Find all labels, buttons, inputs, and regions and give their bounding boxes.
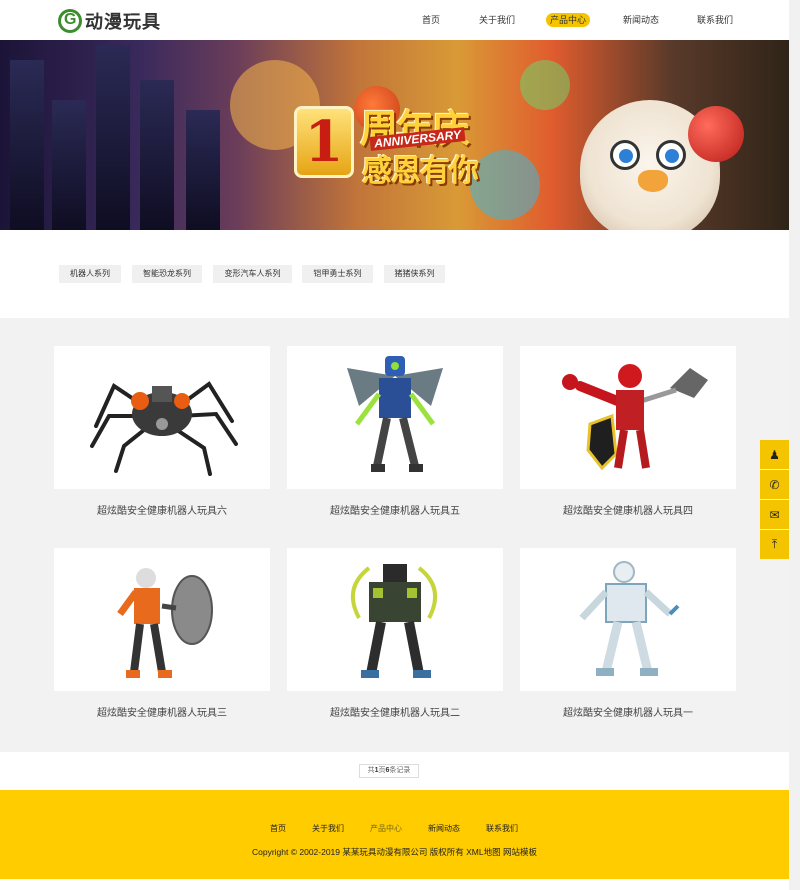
site-header: G 动漫玩具 首页 关于我们 产品中心 新闻动态 联系我们 bbox=[0, 0, 800, 40]
hero-banner[interactable]: 1 周年庆 ANNIVERSARY 感恩有你 bbox=[0, 40, 789, 230]
category-transformer[interactable]: 变形汽车人系列 bbox=[213, 265, 292, 283]
red-knight-robot-image bbox=[562, 364, 708, 471]
winged-robot-image bbox=[347, 356, 443, 472]
side-toolbar: ♟ ✆ ✉ ⤒ bbox=[760, 440, 789, 560]
footer-nav-news[interactable]: 新闻动态 bbox=[428, 823, 460, 834]
product-card[interactable] bbox=[287, 548, 503, 691]
mascot-beak bbox=[638, 170, 668, 192]
footer-nav-contact[interactable]: 联系我们 bbox=[486, 823, 518, 834]
category-pig-hero[interactable]: 猪猪侠系列 bbox=[384, 265, 445, 283]
anniversary-number: 1 bbox=[294, 106, 354, 178]
anniversary-badge: 1 周年庆 ANNIVERSARY 感恩有你 bbox=[290, 98, 500, 218]
mascot-eye bbox=[656, 140, 686, 170]
main-nav: 首页 关于我们 产品中心 新闻动态 联系我们 bbox=[0, 13, 800, 29]
banner-building bbox=[10, 60, 44, 230]
product-name[interactable]: 超炫酷安全健康机器人玩具三 bbox=[54, 704, 270, 719]
phone-button[interactable]: ✆ bbox=[760, 470, 789, 499]
product-card[interactable] bbox=[520, 548, 736, 691]
qq-icon: ♟ bbox=[769, 447, 780, 462]
product-name[interactable]: 超炫酷安全健康机器人玩具六 bbox=[54, 502, 270, 517]
banner-glow bbox=[520, 60, 570, 110]
product-card[interactable] bbox=[54, 346, 270, 489]
banner-building bbox=[140, 80, 174, 230]
product-card[interactable] bbox=[287, 346, 503, 489]
product-name[interactable]: 超炫酷安全健康机器人玩具一 bbox=[520, 704, 736, 719]
footer-nav-home[interactable]: 首页 bbox=[270, 823, 286, 834]
category-bar: 机器人系列 智能恐龙系列 变形汽车人系列 铠甲勇士系列 猪猪侠系列 bbox=[0, 230, 789, 318]
product-card[interactable] bbox=[520, 346, 736, 489]
template-link[interactable]: 网站模板 bbox=[503, 847, 537, 857]
category-dinosaur[interactable]: 智能恐龙系列 bbox=[132, 265, 202, 283]
footer-nav-products[interactable]: 产品中心 bbox=[370, 823, 402, 834]
anniversary-slogan: 感恩有你 bbox=[362, 154, 479, 189]
footer-nav: 首页 关于我们 产品中心 新闻动态 联系我们 bbox=[0, 823, 789, 835]
nav-home[interactable]: 首页 bbox=[422, 13, 440, 27]
phone-icon: ✆ bbox=[769, 477, 780, 492]
white-robot-image bbox=[579, 561, 680, 676]
nav-news[interactable]: 新闻动态 bbox=[623, 13, 659, 27]
back-to-top-button[interactable]: ⤒ bbox=[760, 530, 789, 559]
banner-building bbox=[186, 110, 220, 230]
back-to-top-icon: ⤒ bbox=[771, 537, 778, 551]
xml-map-link[interactable]: XML地图 bbox=[466, 847, 500, 857]
spider-robot-image bbox=[90, 381, 238, 476]
site-footer: 首页 关于我们 产品中心 新闻动态 联系我们 Copyright © 2002-… bbox=[0, 790, 789, 879]
page-scrollbar[interactable] bbox=[789, 0, 800, 890]
shield-robot-image bbox=[117, 568, 213, 678]
product-card[interactable] bbox=[54, 548, 270, 691]
banner-building bbox=[96, 45, 130, 230]
banner-building bbox=[52, 100, 86, 230]
category-armor[interactable]: 铠甲勇士系列 bbox=[302, 265, 373, 283]
wechat-icon: ✉ bbox=[769, 507, 780, 522]
samurai-robot-image bbox=[350, 564, 438, 678]
category-robot[interactable]: 机器人系列 bbox=[59, 265, 121, 283]
product-name[interactable]: 超炫酷安全健康机器人玩具五 bbox=[287, 502, 503, 517]
mascot-eye bbox=[610, 140, 640, 170]
product-grid: 超炫酷安全健康机器人玩具六 超炫酷安全健康机器人玩具五 超炫酷安全健康机器人玩具… bbox=[0, 318, 789, 752]
product-name[interactable]: 超炫酷安全健康机器人玩具四 bbox=[520, 502, 736, 517]
nav-contact[interactable]: 联系我们 bbox=[697, 13, 733, 27]
nav-products[interactable]: 产品中心 bbox=[546, 13, 591, 27]
nav-about[interactable]: 关于我们 bbox=[479, 13, 515, 27]
wechat-button[interactable]: ✉ bbox=[760, 500, 789, 529]
copyright: Copyright © 2002-2019 某某玩具动漫有限公司 版权所有 XM… bbox=[0, 846, 789, 858]
copyright-text: Copyright © 2002-2019 某某玩具动漫有限公司 版权所有 bbox=[252, 847, 464, 857]
qq-button[interactable]: ♟ bbox=[760, 440, 789, 469]
footer-nav-about[interactable]: 关于我们 bbox=[312, 823, 344, 834]
pagination-info: 共1页6条记录 bbox=[359, 764, 419, 778]
banner-bomb bbox=[688, 106, 744, 162]
product-name[interactable]: 超炫酷安全健康机器人玩具二 bbox=[287, 704, 503, 719]
